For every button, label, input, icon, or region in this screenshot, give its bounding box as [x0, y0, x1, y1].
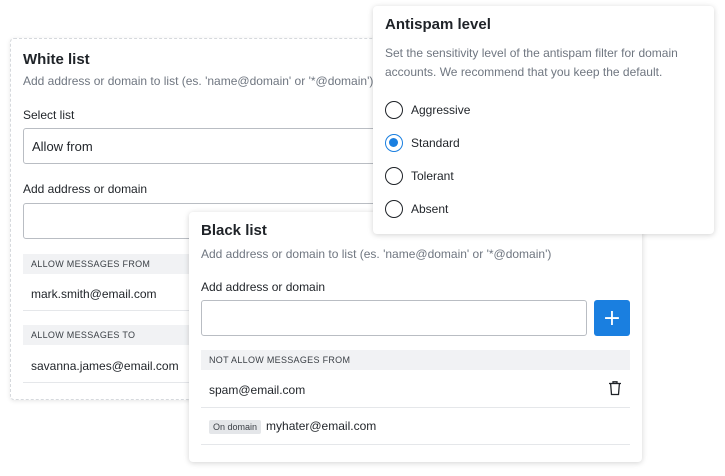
black-list-title: Black list — [201, 222, 267, 239]
allow-to-item: savanna.james@email.com — [31, 359, 179, 373]
black-list-card: Black list Add address or domain to list… — [189, 212, 642, 462]
divider — [201, 444, 630, 445]
black-add-label: Add address or domain — [201, 280, 326, 294]
select-list-label: Select list — [23, 108, 75, 122]
allow-from-item: mark.smith@email.com — [31, 287, 157, 301]
radio-aggressive[interactable]: Aggressive — [385, 101, 470, 119]
radio-aggressive-control[interactable] — [385, 101, 403, 119]
trash-icon[interactable] — [608, 380, 622, 401]
antispam-title: Antispam level — [385, 16, 491, 33]
radio-tolerant-label: Tolerant — [411, 169, 454, 183]
radio-absent-label: Absent — [411, 202, 449, 216]
antispam-description: Set the sensitivity level of the antispa… — [385, 46, 678, 79]
white-add-label: Add address or domain — [23, 182, 148, 196]
divider — [201, 407, 630, 408]
radio-standard[interactable]: Standard — [385, 134, 460, 152]
radio-tolerant-control[interactable] — [385, 167, 403, 185]
select-list-dropdown[interactable]: Allow from — [23, 128, 423, 164]
black-list-subtitle: Add address or domain to list (es. 'name… — [201, 247, 552, 261]
blocked-domain-item: On domain myhater@email.com — [209, 419, 376, 434]
radio-standard-control[interactable] — [385, 134, 403, 152]
radio-absent[interactable]: Absent — [385, 200, 448, 218]
blocked-domain-text: myhater@email.com — [266, 419, 377, 433]
on-domain-badge: On domain — [209, 419, 262, 434]
antispam-card: Antispam level Set the sensitivity level… — [373, 6, 714, 234]
radio-absent-control[interactable] — [385, 200, 403, 218]
select-list-value: Allow from — [32, 139, 93, 154]
black-address-input[interactable] — [201, 300, 587, 336]
white-list-title: White list — [23, 51, 90, 68]
add-address-button[interactable]: + — [594, 300, 630, 336]
radio-tolerant[interactable]: Tolerant — [385, 167, 454, 185]
not-allow-from-header: NOT ALLOW MESSAGES FROM — [201, 350, 630, 370]
white-list-subtitle: Add address or domain to list (es. 'name… — [23, 74, 374, 88]
plus-icon: + — [602, 305, 622, 331]
blocked-item: spam@email.com — [209, 383, 306, 397]
radio-aggressive-label: Aggressive — [411, 103, 471, 117]
radio-standard-label: Standard — [411, 136, 460, 150]
